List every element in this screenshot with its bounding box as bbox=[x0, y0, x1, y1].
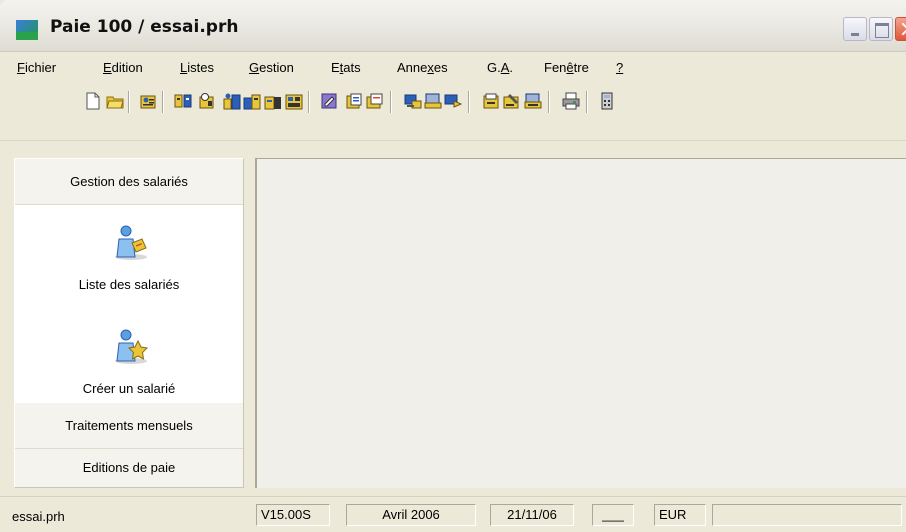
menu-label: estion bbox=[259, 60, 294, 75]
section-body: Liste des salariés Créer un salarié bbox=[15, 205, 243, 435]
create-employee-icon[interactable] bbox=[112, 327, 150, 365]
title-bar[interactable]: Paie 100 / essai.prh bbox=[0, 0, 906, 52]
item-liste-des-salaries[interactable]: Liste des salariés bbox=[15, 277, 243, 292]
menu-label: istes bbox=[187, 60, 214, 75]
menu-help[interactable]: ? bbox=[616, 58, 623, 77]
computer-icon-3[interactable] bbox=[444, 92, 462, 110]
toolbar-separator bbox=[468, 91, 470, 113]
menu-label: G. bbox=[487, 60, 501, 75]
status-date: 21/11/06 bbox=[490, 504, 574, 526]
report-icon-2[interactable] bbox=[366, 92, 384, 110]
status-blank: ___ bbox=[592, 504, 634, 526]
menu-listes[interactable]: Listes bbox=[180, 58, 214, 77]
status-bar: essai.prh V15.00S Avril 2006 21/11/06 __… bbox=[0, 496, 906, 532]
menu-accel: E bbox=[103, 60, 112, 75]
status-version: V15.00S bbox=[256, 504, 330, 526]
calculator-icon[interactable] bbox=[598, 92, 616, 110]
building-icon-2[interactable] bbox=[243, 92, 261, 110]
toolbar-separator bbox=[548, 91, 550, 113]
menu-label: es bbox=[433, 60, 448, 75]
close-button[interactable] bbox=[895, 17, 906, 41]
menu-fichier[interactable]: Fichier bbox=[17, 58, 56, 77]
employee-list-icon[interactable] bbox=[112, 223, 150, 261]
toolbar-separator bbox=[586, 91, 588, 113]
menu-accel: G bbox=[249, 60, 260, 75]
menu-gestion[interactable]: Gestion bbox=[249, 58, 294, 77]
archive-icon-3[interactable] bbox=[524, 92, 542, 110]
toolbar-separator bbox=[162, 91, 164, 113]
menu-accel: ? bbox=[616, 60, 624, 75]
print-icon[interactable] bbox=[562, 92, 580, 110]
menu-etats[interactable]: Etats bbox=[331, 58, 361, 77]
menu-accel: F bbox=[17, 60, 25, 75]
menu-bar: Fichier Edition Listes Gestion Etats Ann… bbox=[0, 58, 906, 80]
menu-label: dition bbox=[111, 60, 143, 75]
section-editions-de-paie[interactable]: Editions de paie bbox=[15, 449, 243, 487]
app-icon bbox=[16, 20, 38, 40]
menu-label: . bbox=[509, 60, 514, 75]
status-period: Avril 2006 bbox=[346, 504, 476, 526]
workspace-area bbox=[256, 158, 906, 488]
employee-sheet-icon[interactable] bbox=[139, 92, 157, 110]
menu-fenetre[interactable]: Fenêtre bbox=[544, 58, 589, 77]
archive-icon-2[interactable] bbox=[503, 92, 521, 110]
toolbar-separator bbox=[308, 91, 310, 113]
computer-icon-1[interactable] bbox=[404, 92, 422, 110]
status-empty-pane bbox=[712, 504, 902, 526]
navigation-panel: Gestion des salariés Liste des salariés … bbox=[14, 158, 244, 488]
section-traitements-mensuels[interactable]: Traitements mensuels bbox=[15, 403, 243, 449]
toolbar bbox=[0, 83, 906, 119]
application-window: Paie 100 / essai.prh Fichier Edition Lis… bbox=[0, 0, 906, 532]
building-icon-3[interactable] bbox=[264, 92, 282, 110]
toolbar-separator bbox=[128, 91, 130, 113]
building-icon-1[interactable] bbox=[223, 92, 241, 110]
menu-label: ichier bbox=[24, 60, 57, 75]
toolbar-separator bbox=[390, 91, 392, 113]
panel-splitter[interactable] bbox=[244, 158, 256, 488]
building-icon-4[interactable] bbox=[285, 92, 303, 110]
toolbar-band bbox=[0, 140, 906, 154]
menu-annexes[interactable]: Annexes bbox=[397, 58, 448, 77]
menu-accel: ê bbox=[566, 60, 574, 75]
menu-ga[interactable]: G.A. bbox=[487, 58, 513, 77]
computer-icon-2[interactable] bbox=[424, 92, 442, 110]
section-gestion-salaries[interactable]: Gestion des salariés bbox=[15, 159, 243, 205]
employees-icon[interactable] bbox=[174, 92, 192, 110]
menu-label: Anne bbox=[397, 60, 428, 75]
item-creer-un-salarie[interactable]: Créer un salarié bbox=[15, 381, 243, 396]
status-currency: EUR bbox=[654, 504, 706, 526]
status-file: essai.prh bbox=[12, 509, 65, 524]
maximize-button[interactable] bbox=[869, 17, 893, 41]
report-icon-1[interactable] bbox=[345, 92, 363, 110]
menu-edition[interactable]: Edition bbox=[103, 58, 143, 77]
new-document-icon[interactable] bbox=[84, 92, 102, 110]
archive-icon-1[interactable] bbox=[482, 92, 500, 110]
minimize-button[interactable] bbox=[843, 17, 867, 41]
window-title: Paie 100 / essai.prh bbox=[50, 17, 239, 37]
search-employee-icon[interactable] bbox=[198, 92, 216, 110]
menu-label: E bbox=[331, 60, 340, 75]
open-folder-icon[interactable] bbox=[106, 92, 124, 110]
menu-label: Fen bbox=[544, 60, 567, 75]
menu-label: ats bbox=[343, 60, 361, 75]
edit-record-icon[interactable] bbox=[320, 92, 338, 110]
menu-label: tre bbox=[573, 60, 589, 75]
